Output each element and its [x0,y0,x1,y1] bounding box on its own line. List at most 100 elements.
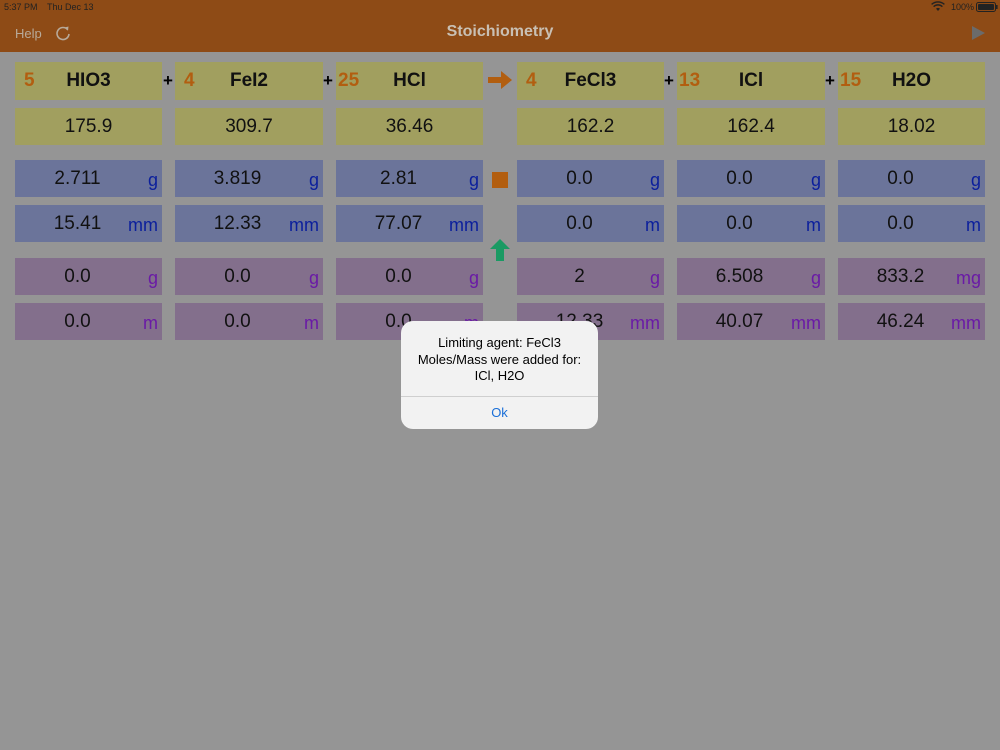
product-2-yield-mass-unit: g [810,268,821,288]
reactant-2-remaining-moles-unit: m [304,313,319,333]
product-3-mass-field[interactable]: 0.0 g [838,160,985,197]
product-1-moles-value: 0.0 [566,213,593,234]
reaction-arrow-icon[interactable] [487,70,513,95]
product-2-yield-moles: 40.07 mm [677,303,825,340]
product-2-yield-mass-value: 6.508 [715,266,764,287]
battery-icon [976,2,998,14]
reactant-2-molar-mass: 309.7 [175,108,323,145]
alert-line-limiting-agent: Limiting agent: FeCl3 [438,335,561,350]
reactant-2-mass-field[interactable]: 3.819 g [175,160,323,197]
reactant-2-remaining-mass: 0.0 g [175,258,323,295]
reactant-1-moles-value: 15.41 [53,213,102,234]
status-bar: 5:37 PM Thu Dec 13 100% [0,0,1000,14]
product-2-mass-field[interactable]: 0.0 g [677,160,825,197]
product-3-yield-moles-value: 46.24 [876,311,925,332]
alert-line-species: ICl, H2O [474,368,525,383]
product-1-yield-moles-unit: mm [630,313,660,333]
page-title: Stoichiometry [446,23,554,40]
reactant-2-remaining-moles-value: 0.0 [224,311,251,332]
reactant-3-molar-mass: 36.46 [336,108,483,145]
product-3-moles-value: 0.0 [887,213,914,234]
reactant-3-mass-unit: g [468,170,479,190]
stop-square-icon[interactable] [492,172,508,193]
product-1-yield-mass: 2 g [517,258,664,295]
reactant-2-mass-value: 3.819 [213,168,262,189]
reactant-1-formula-cell[interactable]: 5 HIO3 [15,62,162,100]
product-3-mass-value: 0.0 [887,168,914,189]
status-date: Thu Dec 13 [47,2,94,12]
product-2-mass-unit: g [810,170,821,190]
product-2-formula-cell[interactable]: 13 ICl [677,62,825,100]
reactant-2-formula-cell[interactable]: 4 FeI2 [175,62,323,100]
reactant-3-remaining-mass-value: 0.0 [385,266,412,287]
reactant-1-molar-mass: 175.9 [15,108,162,145]
product-3-mass-unit: g [970,170,981,190]
reactant-2-moles-unit: mm [289,215,319,235]
product-3-yield-moles: 46.24 mm [838,303,985,340]
reactant-1-mass-field[interactable]: 2.711 g [15,160,162,197]
product-1-moles-field[interactable]: 0.0 m [517,205,664,242]
product-3-molar-mass: 18.02 [838,108,985,145]
product-2-formula: ICl [738,70,764,91]
reactant-3-mass-field[interactable]: 2.81 g [336,160,483,197]
product-3-yield-mass-value: 833.2 [876,266,925,287]
product-1-mass-field[interactable]: 0.0 g [517,160,664,197]
product-2-yield-moles-unit: mm [791,313,821,333]
reactant-1-remaining-moles-value: 0.0 [64,311,91,332]
product-2-moles-value: 0.0 [726,213,753,234]
reactant-1-remaining-mass-unit: g [147,268,158,288]
reactant-3-formula: HCl [393,70,426,91]
reactant-2-moles-value: 12.33 [213,213,262,234]
nav-bar: Help Stoichiometry [0,14,1000,52]
reactant-2-moles-field[interactable]: 12.33 mm [175,205,323,242]
product-3-moles-field[interactable]: 0.0 m [838,205,985,242]
product-3-yield-mass: 833.2 mg [838,258,985,295]
plus-sign: + [163,71,173,90]
alert-dialog: Limiting agent: FeCl3 Moles/Mass were ad… [401,321,598,429]
product-1-moles-unit: m [645,215,660,235]
battery-percent: 100% [951,2,975,12]
reactant-1-remaining-mass-value: 0.0 [64,266,91,287]
reactant-2-remaining-mass-unit: g [308,268,319,288]
product-3-formula: H2O [891,70,932,91]
reactant-2-remaining-moles: 0.0 m [175,303,323,340]
product-3-moles-unit: m [966,215,981,235]
wifi-icon [931,1,945,14]
plus-sign: + [825,71,835,90]
reactant-3-remaining-mass: 0.0 g [336,258,483,295]
product-1-molar-mass: 162.2 [517,108,664,145]
product-2-moles-unit: m [806,215,821,235]
reactant-1-remaining-moles-unit: m [143,313,158,333]
product-2-mass-value: 0.0 [726,168,753,189]
product-2-yield-moles-value: 40.07 [715,311,764,332]
reactant-1-mass-value: 2.711 [54,168,101,189]
reactant-1-remaining-mass: 0.0 g [15,258,162,295]
product-3-formula-cell[interactable]: 15 H2O [838,62,985,100]
reactant-2-formula: FeI2 [229,70,269,91]
play-icon[interactable] [970,25,986,41]
reactant-3-mass-value: 2.81 [380,168,417,189]
up-arrow-icon[interactable] [490,239,510,266]
reactant-1-formula: HIO3 [66,70,111,91]
product-1-mass-value: 0.0 [566,168,593,189]
product-1-yield-mass-unit: g [649,268,660,288]
reactant-1-moles-unit: mm [128,215,158,235]
product-2-molar-mass: 162.4 [677,108,825,145]
reactant-2-mass-unit: g [308,170,319,190]
alert-line-added-for: Moles/Mass were added for: [417,351,582,367]
reactant-1-moles-field[interactable]: 15.41 mm [15,205,162,242]
product-2-yield-mass: 6.508 g [677,258,825,295]
reactant-3-formula-cell[interactable]: 25 HCl [336,62,483,100]
ok-button[interactable]: Ok [401,396,598,429]
reactant-2-remaining-mass-value: 0.0 [224,266,251,287]
reactant-3-moles-value: 77.07 [374,213,423,234]
product-1-yield-mass-value: 2 [574,266,585,287]
alert-message: Limiting agent: FeCl3 Moles/Mass were ad… [401,335,598,385]
reactant-1-mass-unit: g [147,170,158,190]
product-1-formula-cell[interactable]: 4 FeCl3 [517,62,664,100]
product-1-mass-unit: g [649,170,660,190]
product-1-formula: FeCl3 [564,70,617,91]
plus-sign: + [664,71,674,90]
reactant-3-moles-field[interactable]: 77.07 mm [336,205,483,242]
product-2-moles-field[interactable]: 0.0 m [677,205,825,242]
